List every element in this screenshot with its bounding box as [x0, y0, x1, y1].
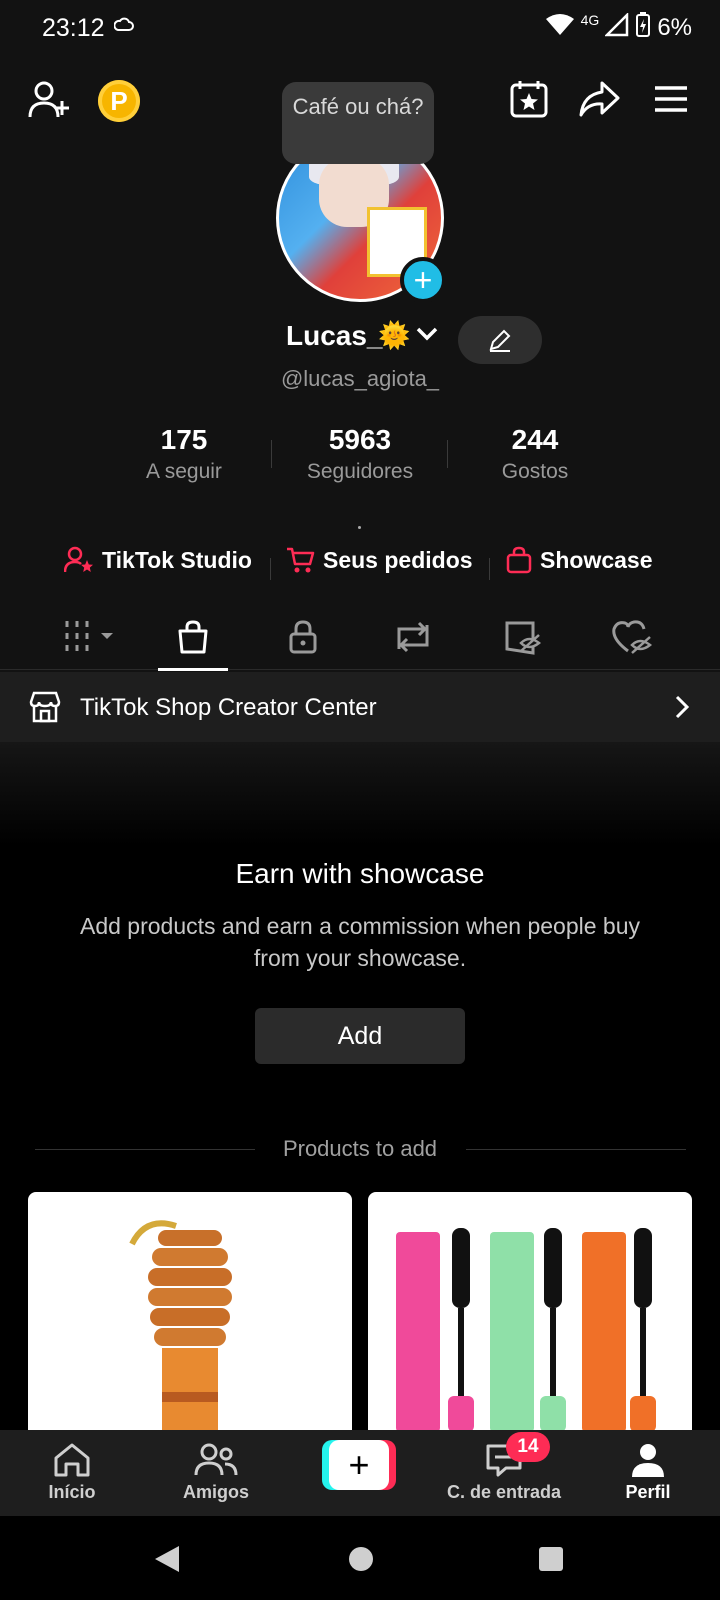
tab-reposts[interactable]	[358, 604, 468, 670]
shop-creator-center-row[interactable]: TikTok Shop Creator Center	[0, 672, 720, 742]
earn-description: Add products and earn a commission when …	[79, 913, 640, 971]
add-friend-icon[interactable]	[26, 76, 72, 122]
create-button[interactable]: +	[322, 1440, 396, 1490]
battery-icon	[635, 12, 651, 43]
stat-followers[interactable]: 5963 Seguidores	[280, 424, 440, 484]
bag-icon	[506, 546, 532, 574]
nav-friends[interactable]: Amigos	[146, 1430, 286, 1516]
user-star-icon	[64, 546, 93, 573]
status-bar: 23:12 4G 6%	[0, 0, 720, 56]
nav-home[interactable]: Início	[2, 1430, 142, 1516]
friends-icon	[194, 1443, 238, 1476]
pencil-icon	[489, 329, 511, 352]
link-label: Showcase	[540, 546, 653, 573]
tab-liked[interactable]	[576, 604, 686, 670]
home-circle-icon[interactable]	[344, 1542, 378, 1576]
share-icon[interactable]	[576, 76, 622, 122]
stat-label: Seguidores	[306, 460, 414, 483]
profile-icon	[632, 1444, 664, 1477]
bottom-nav: Início Amigos + C. de entrada 14 Perfil	[0, 1430, 720, 1516]
showcase-link[interactable]: Showcase	[506, 546, 653, 574]
stat-value: 175	[160, 424, 208, 455]
bag-icon	[178, 620, 208, 654]
earn-title: Earn with showcase	[235, 858, 485, 889]
liked-hidden-icon	[612, 620, 652, 654]
add-avatar-plus-icon[interactable]: +	[400, 257, 446, 303]
chevron-right-icon	[674, 694, 690, 725]
hidden-icon	[505, 621, 542, 655]
edit-profile-button[interactable]	[458, 316, 542, 364]
product-card[interactable]	[368, 1192, 692, 1432]
add-products-button[interactable]: Add	[255, 1008, 465, 1064]
status-tooltip[interactable]: Café ou chá?	[282, 82, 434, 164]
tiktok-studio-link[interactable]: TikTok Studio	[64, 546, 252, 574]
link-label: TikTok Studio	[102, 546, 252, 573]
stat-label: A seguir	[146, 460, 222, 483]
system-nav-bar	[0, 1516, 720, 1600]
nav-label: C. de entrada	[446, 1482, 562, 1502]
stat-likes[interactable]: 244 Gostos	[455, 424, 615, 484]
tab-showcase[interactable]	[138, 604, 248, 671]
cart-icon	[287, 547, 315, 573]
recents-icon[interactable]	[534, 1542, 568, 1576]
divider	[466, 1149, 686, 1150]
product-card[interactable]	[28, 1192, 352, 1432]
stat-value: 244	[511, 424, 559, 455]
profile-username[interactable]: Lucas_	[286, 320, 383, 352]
grid-icon	[65, 621, 113, 651]
nav-label: Perfil	[625, 1482, 671, 1502]
link-label: Seus pedidos	[323, 546, 473, 573]
battery-percent: 6%	[657, 13, 692, 41]
back-icon[interactable]	[150, 1542, 184, 1576]
profile-handle: @lucas_agiota_	[280, 366, 440, 391]
calendar-star-icon[interactable]	[506, 76, 552, 122]
tab-videos[interactable]	[36, 604, 146, 670]
lock-icon	[289, 620, 317, 654]
product-image	[129, 1220, 232, 1432]
stat-following[interactable]: 175 A seguir	[104, 424, 264, 484]
chevron-down-icon[interactable]	[416, 326, 438, 347]
tab-hidden[interactable]	[468, 604, 578, 670]
stat-label: Gostos	[501, 460, 569, 483]
nav-inbox[interactable]: C. de entrada	[434, 1430, 574, 1516]
product-image	[396, 1228, 656, 1432]
cloud-icon	[113, 16, 134, 39]
profile-tabs	[0, 604, 720, 671]
inbox-badge: 14	[506, 1432, 550, 1462]
signal-icon	[604, 11, 629, 42]
home-icon	[54, 1443, 90, 1477]
store-icon	[28, 690, 62, 729]
shop-creator-center-label: TikTok Shop Creator Center	[80, 694, 377, 721]
plus-icon: +	[329, 1440, 389, 1490]
menu-icon[interactable]	[648, 76, 694, 122]
network-type: 4G	[580, 11, 600, 28]
bio-dot	[358, 526, 361, 529]
repost-icon	[397, 621, 429, 653]
stat-value: 5963	[328, 424, 392, 455]
wifi-icon	[545, 13, 575, 42]
nav-label: Início	[48, 1482, 96, 1502]
tab-private[interactable]	[248, 604, 358, 670]
status-time: 23:12	[42, 14, 105, 42]
nav-label: Amigos	[182, 1482, 249, 1502]
username-emoji: 🌞	[378, 320, 411, 350]
orders-link[interactable]: Seus pedidos	[285, 546, 473, 574]
nav-profile[interactable]: Perfil	[578, 1430, 718, 1516]
coin-icon[interactable]: P	[98, 80, 140, 122]
